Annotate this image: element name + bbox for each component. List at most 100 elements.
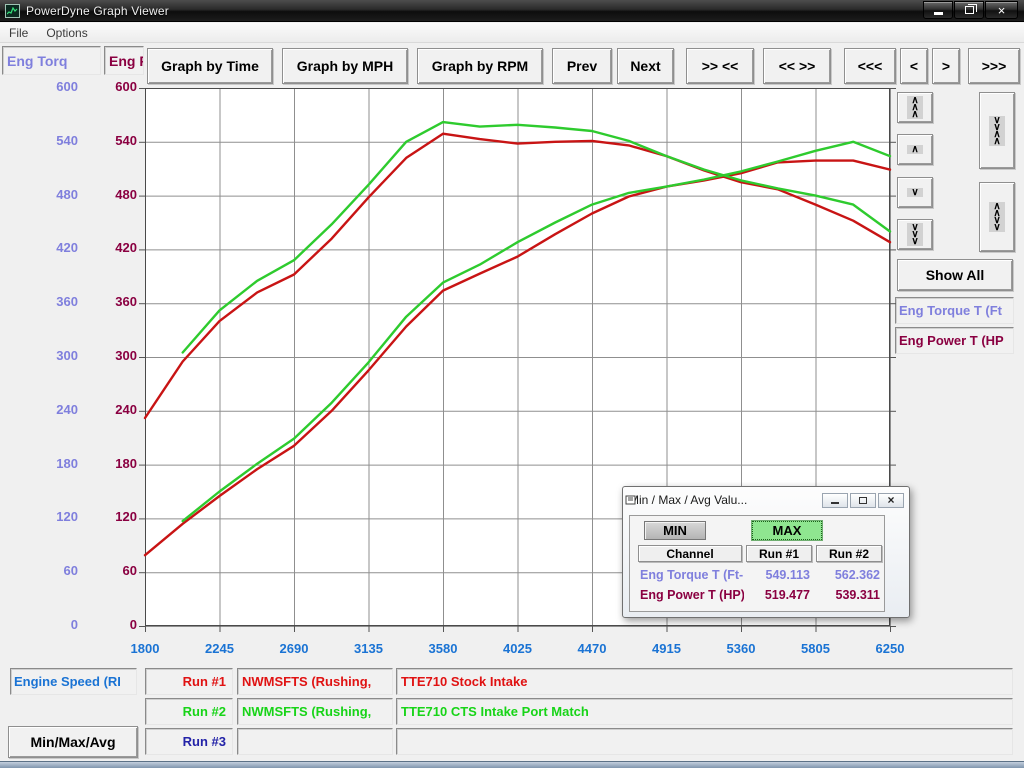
toolbar-button-graph-by-time[interactable]: Graph by Time xyxy=(147,48,273,84)
run-desc-3 xyxy=(396,728,1013,755)
toolbar-button-graph-by-mph[interactable]: Graph by MPH xyxy=(282,48,408,84)
ytick-torque-420: 420 xyxy=(36,240,78,256)
cell-run1-value: 519.477 xyxy=(746,588,810,602)
column-header-run1: Run #1 xyxy=(746,545,812,562)
toolbar-button-sym[interactable]: < xyxy=(900,48,928,84)
tab-eng-power-label: Eng Powe xyxy=(105,53,144,69)
tab-eng-torque[interactable]: Eng Torq xyxy=(2,46,101,75)
ytick-torque-540: 540 xyxy=(36,133,78,149)
window-title: PowerDyne Graph Viewer xyxy=(26,4,169,18)
legend-label: Eng Torque T (Ft xyxy=(896,303,1002,318)
ytick-power-120: 120 xyxy=(93,509,137,525)
scroll-up-icon: ∧ xyxy=(907,145,922,154)
toolbar-button-graph-by-rpm[interactable]: Graph by RPM xyxy=(417,48,543,84)
run-desc-1: TTE710 Stock Intake xyxy=(396,668,1013,695)
zoom-in-vertical-icon: ∨∨∧∧ xyxy=(989,116,1004,146)
close-button[interactable]: × xyxy=(985,1,1018,19)
show-all-button[interactable]: Show All xyxy=(897,259,1013,291)
ytick-power-0: 0 xyxy=(93,617,137,633)
app-icon xyxy=(5,4,20,18)
run-label-run-2[interactable]: Run #2 xyxy=(145,698,233,725)
scroll-down-button[interactable]: ∨ xyxy=(897,177,933,208)
ytick-power-420: 420 xyxy=(93,240,137,256)
toolbar-button-next[interactable]: Next xyxy=(617,48,674,84)
minmax-titlebar: Min / Max / Avg Valu... × xyxy=(625,489,907,511)
min-button[interactable]: MIN xyxy=(644,521,706,540)
menu-options[interactable]: Options xyxy=(37,24,96,42)
x-axis-channel-label: Engine Speed (RI xyxy=(11,674,121,689)
maximize-icon xyxy=(859,497,867,504)
ytick-torque-300: 300 xyxy=(36,348,78,364)
minimize-icon xyxy=(934,12,943,15)
minmax-window-icon xyxy=(625,494,638,506)
scroll-up-fast-button[interactable]: ∧∧∧ xyxy=(897,92,933,123)
scroll-down-fast-button[interactable]: ∨∨∨ xyxy=(897,219,933,250)
xtick-3135: 3135 xyxy=(334,641,404,656)
minmax-close-button[interactable]: × xyxy=(878,493,904,508)
run-desc-2: TTE710 CTS Intake Port Match xyxy=(396,698,1013,725)
toolbar-button-sym[interactable]: >> << xyxy=(686,48,754,84)
close-icon: × xyxy=(887,493,894,507)
tab-eng-power[interactable]: Eng Powe xyxy=(104,46,144,75)
minmax-window: Min / Max / Avg Valu... × MIN MAX Channe… xyxy=(622,486,910,618)
ytick-power-300: 300 xyxy=(93,348,137,364)
ytick-power-480: 480 xyxy=(93,187,137,203)
xtick-4915: 4915 xyxy=(632,641,702,656)
run-label-run-1[interactable]: Run #1 xyxy=(145,668,233,695)
ytick-power-60: 60 xyxy=(93,563,137,579)
run-label-run-3[interactable]: Run #3 xyxy=(145,728,233,755)
maximize-button[interactable] xyxy=(954,1,984,19)
scroll-up-button[interactable]: ∧ xyxy=(897,134,933,165)
ytick-power-360: 360 xyxy=(93,294,137,310)
menu-file[interactable]: File xyxy=(0,24,37,42)
minmax-row-eng-torque-t-ft: Eng Torque T (Ft-549.113562.362 xyxy=(630,568,884,586)
minmax-row-eng-power-t-hp: Eng Power T (HP)519.477539.311 xyxy=(630,588,884,606)
xtick-3580: 3580 xyxy=(408,641,478,656)
ytick-torque-240: 240 xyxy=(36,402,78,418)
ytick-torque-0: 0 xyxy=(36,617,78,633)
toolbar-button-sym[interactable]: <<< xyxy=(844,48,896,84)
legend-eng-power-t-hp[interactable]: Eng Power T (HP xyxy=(895,327,1014,354)
ytick-power-240: 240 xyxy=(93,402,137,418)
xtick-5360: 5360 xyxy=(706,641,776,656)
minmax-minimize-button[interactable] xyxy=(822,493,848,508)
cell-channel: Eng Power T (HP) xyxy=(640,588,744,602)
minmax-window-title: Min / Max / Avg Valu... xyxy=(629,493,747,507)
legend-label: Eng Power T (HP xyxy=(896,333,1004,348)
ytick-torque-60: 60 xyxy=(36,563,78,579)
tab-eng-torque-label: Eng Torq xyxy=(3,53,67,69)
column-header-run2: Run #2 xyxy=(816,545,882,562)
zoom-in-vertical-button[interactable]: ∨∨∧∧ xyxy=(979,92,1015,169)
minmaxavg-button[interactable]: Min/Max/Avg xyxy=(8,726,138,758)
max-button[interactable]: MAX xyxy=(752,521,822,540)
ytick-power-180: 180 xyxy=(93,456,137,472)
scroll-down-icon: ∨ xyxy=(907,188,922,197)
ytick-torque-120: 120 xyxy=(36,509,78,525)
ytick-power-540: 540 xyxy=(93,133,137,149)
title-bar: PowerDyne Graph Viewer × xyxy=(0,0,1024,22)
minmax-maximize-button[interactable] xyxy=(850,493,876,508)
minimize-button[interactable] xyxy=(923,1,953,19)
toolbar-button-sym[interactable]: > xyxy=(932,48,960,84)
run-file-3 xyxy=(237,728,393,755)
xtick-2690: 2690 xyxy=(259,641,329,656)
zoom-out-vertical-icon: ∧∧∨∨ xyxy=(989,202,1004,232)
minimize-icon xyxy=(831,502,839,504)
xtick-4025: 4025 xyxy=(483,641,553,656)
run-file-2: NWMSFTS (Rushing, xyxy=(237,698,393,725)
scroll-down-fast-icon: ∨∨∨ xyxy=(907,223,922,246)
ytick-torque-600: 600 xyxy=(36,79,78,95)
legend-eng-torque-t-ft[interactable]: Eng Torque T (Ft xyxy=(895,297,1014,324)
xtick-6250: 6250 xyxy=(855,641,925,656)
xtick-5805: 5805 xyxy=(781,641,851,656)
zoom-out-vertical-button[interactable]: ∧∧∨∨ xyxy=(979,182,1015,252)
menu-bar: File Options xyxy=(0,23,1024,43)
ytick-torque-180: 180 xyxy=(36,456,78,472)
toolbar-button-prev[interactable]: Prev xyxy=(552,48,612,84)
toolbar-button-sym[interactable]: << >> xyxy=(763,48,831,84)
x-axis-channel-box: Engine Speed (RI xyxy=(10,668,137,695)
window-bottom-border xyxy=(0,761,1024,768)
maximize-icon xyxy=(965,6,974,14)
toolbar-button-sym[interactable]: >>> xyxy=(968,48,1020,84)
minmax-panel: MIN MAX Channel Run #1 Run #2 Eng Torque… xyxy=(629,515,885,612)
